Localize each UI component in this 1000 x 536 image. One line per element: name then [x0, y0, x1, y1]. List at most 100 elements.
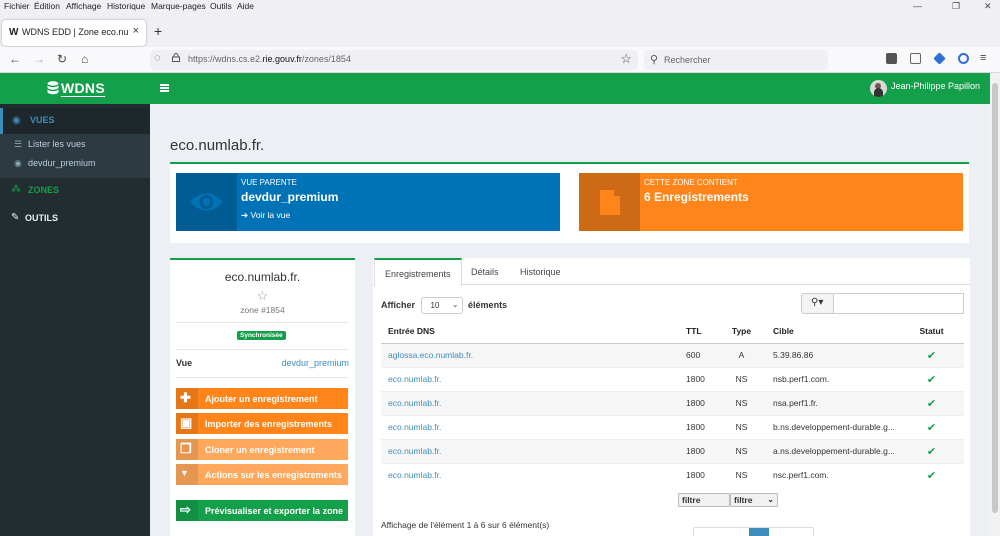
- page-length-select[interactable]: 10 ⌄: [420, 297, 463, 314]
- plus-icon: ✚: [180, 390, 191, 405]
- table-search-input[interactable]: [833, 293, 964, 314]
- qr-code-icon[interactable]: [910, 53, 921, 64]
- search-bar[interactable]: ⚲ Rechercher: [644, 50, 828, 70]
- menu-affichage[interactable]: Affichage: [66, 1, 101, 11]
- column-header-statut[interactable]: Statut: [899, 320, 964, 344]
- record-type: NS: [724, 414, 759, 439]
- column-header-cible[interactable]: Cible: [759, 320, 899, 344]
- lock-icon[interactable]: [172, 53, 180, 62]
- info-box-icon: [176, 173, 237, 231]
- divider: [176, 322, 349, 323]
- record-entry-link[interactable]: eco.numlab.fr.: [381, 438, 668, 463]
- page-scrollbar[interactable]: [990, 73, 1000, 536]
- restore-icon[interactable]: ❐: [952, 1, 960, 12]
- clone-record-button[interactable]: ❐ Cloner un enregistrement: [176, 439, 348, 460]
- sitemap-icon: ⁂: [11, 184, 21, 195]
- menu-outils[interactable]: Outils: [210, 1, 232, 11]
- close-window-icon[interactable]: ✕: [984, 1, 992, 12]
- sidebar-item-label: OUTILS: [25, 213, 58, 223]
- url-text: https://wdns.cs.e2.rie.gouv.fr/zones/185…: [188, 54, 351, 64]
- forward-icon[interactable]: →: [33, 52, 45, 66]
- type-filter-select[interactable]: filtre ⌄: [730, 493, 778, 507]
- home-icon[interactable]: ⌂: [81, 52, 88, 66]
- divider: [176, 377, 349, 378]
- page-length-control: Afficher 10 ⌄ éléments: [381, 297, 507, 314]
- preview-export-button[interactable]: ⇨ Prévisualiser et exporter la zone: [176, 500, 348, 521]
- table-row[interactable]: eco.numlab.fr. 1800 NS nsa.perf1.fr. ✔: [381, 390, 964, 415]
- column-header-entree-dns[interactable]: Entrée DNS: [381, 320, 668, 344]
- bookmark-star-icon[interactable]: ☆: [620, 51, 632, 67]
- view-parent-link[interactable]: ➔ Voir la vue: [241, 210, 338, 221]
- menu-edition[interactable]: Édition: [34, 1, 60, 11]
- url-bar[interactable]: ◌ https://wdns.cs.e2.rie.gouv.fr/zones/1…: [150, 50, 638, 70]
- avatar[interactable]: [870, 80, 887, 97]
- logo-text: WDNS: [61, 80, 105, 97]
- tab-details[interactable]: Détails: [471, 267, 499, 277]
- check-icon: ✔: [899, 342, 964, 367]
- tracking-shield-icon[interactable]: ◌: [154, 52, 161, 64]
- sidebar-submenu-vues: ☰ Lister les vues ◉ devdur_premium: [0, 134, 150, 178]
- records-table: Entrée DNS TTL Type Cible Statut aglossa…: [381, 320, 964, 487]
- file-import-icon: ▣: [180, 415, 193, 430]
- eye-icon: [190, 193, 223, 211]
- record-ttl: 1800: [668, 462, 724, 487]
- hamburger-menu-icon[interactable]: [160, 84, 169, 92]
- vue-link[interactable]: devdur_premium: [281, 358, 349, 368]
- user-name[interactable]: Jean-Philippe Papillon: [891, 81, 980, 91]
- sidebar-item-devdur-premium[interactable]: ◉ devdur_premium: [14, 158, 96, 169]
- import-records-button[interactable]: ▣ Importer des enregistrements: [176, 413, 348, 434]
- menu-aide[interactable]: Aide: [237, 1, 254, 11]
- reload-icon[interactable]: ↻: [57, 52, 67, 66]
- check-icon: ✔: [899, 462, 964, 487]
- column-header-type[interactable]: Type: [724, 320, 759, 344]
- add-record-button[interactable]: ✚ Ajouter un enregistrement: [176, 388, 348, 409]
- favorite-star-icon[interactable]: ☆: [170, 288, 355, 304]
- menu-historique[interactable]: Historique: [107, 1, 145, 11]
- record-entry-link[interactable]: eco.numlab.fr.: [381, 462, 668, 487]
- browser-tab[interactable]: W WDNS EDD | Zone eco.numlab.fr. ×: [2, 20, 146, 46]
- logo[interactable]: WDNS: [0, 73, 150, 104]
- table-row[interactable]: eco.numlab.fr. 1800 NS nsc.perf1.com. ✔: [381, 462, 964, 487]
- column-header-ttl[interactable]: TTL: [668, 320, 724, 344]
- pagination-active-page[interactable]: [749, 528, 769, 536]
- ttl-filter-input[interactable]: filtre: [678, 493, 730, 507]
- record-entry-link[interactable]: eco.numlab.fr.: [381, 366, 668, 391]
- eye-icon: ◉: [14, 158, 22, 168]
- record-type: NS: [724, 390, 759, 415]
- ublock-icon[interactable]: [886, 53, 897, 64]
- close-tab-icon[interactable]: ×: [133, 25, 139, 37]
- table-row[interactable]: eco.numlab.fr. 1800 NS nsb.perf1.com. ✔: [381, 366, 964, 391]
- minimize-icon[interactable]: —: [913, 1, 922, 11]
- record-entry-link[interactable]: aglossa.eco.numlab.fr.: [381, 342, 668, 367]
- sidebar-item-lister-les-vues[interactable]: ☰ Lister les vues: [14, 139, 86, 150]
- table-row[interactable]: eco.numlab.fr. 1800 NS b.ns.developpemen…: [381, 414, 964, 439]
- record-entry-link[interactable]: eco.numlab.fr.: [381, 414, 668, 439]
- record-type: NS: [724, 462, 759, 487]
- extension-compass-icon[interactable]: [958, 53, 969, 64]
- sidebar-item-zones[interactable]: ⁂ ZONES: [0, 180, 150, 202]
- table-row[interactable]: aglossa.eco.numlab.fr. 600 A 5.39.86.86 …: [381, 342, 964, 367]
- record-ttl: 1800: [668, 390, 724, 415]
- record-ttl: 1800: [668, 438, 724, 463]
- record-target: a.ns.developpement-durable.g...: [759, 438, 899, 463]
- record-ttl: 1800: [668, 414, 724, 439]
- record-actions-button[interactable]: ▼ Actions sur les enregistrements: [176, 464, 348, 485]
- menu-fichier[interactable]: Fichier: [4, 1, 30, 11]
- pagination[interactable]: [693, 527, 814, 536]
- sidebar-item-vues[interactable]: ◉ VUES: [0, 108, 150, 134]
- tab-historique[interactable]: Historique: [520, 267, 561, 277]
- search-icon: ⚲: [650, 54, 659, 66]
- check-icon: ✔: [899, 438, 964, 463]
- back-icon[interactable]: ←: [9, 52, 21, 66]
- table-row[interactable]: eco.numlab.fr. 1800 NS a.ns.developpemen…: [381, 438, 964, 463]
- extension-diamond-icon[interactable]: [933, 52, 946, 65]
- record-entry-link[interactable]: eco.numlab.fr.: [381, 390, 668, 415]
- record-type: NS: [724, 366, 759, 391]
- new-tab-icon[interactable]: +: [154, 23, 162, 39]
- menu-marque-pages[interactable]: Marque-pages: [151, 1, 206, 11]
- app-menu-icon[interactable]: ≡: [980, 52, 986, 64]
- sidebar-item-outils[interactable]: ✎ OUTILS: [0, 208, 150, 230]
- search-dropdown-button[interactable]: ⚲▾: [801, 293, 834, 314]
- scrollbar-thumb[interactable]: [992, 83, 998, 513]
- tab-enregistrements[interactable]: Enregistrements: [374, 258, 462, 286]
